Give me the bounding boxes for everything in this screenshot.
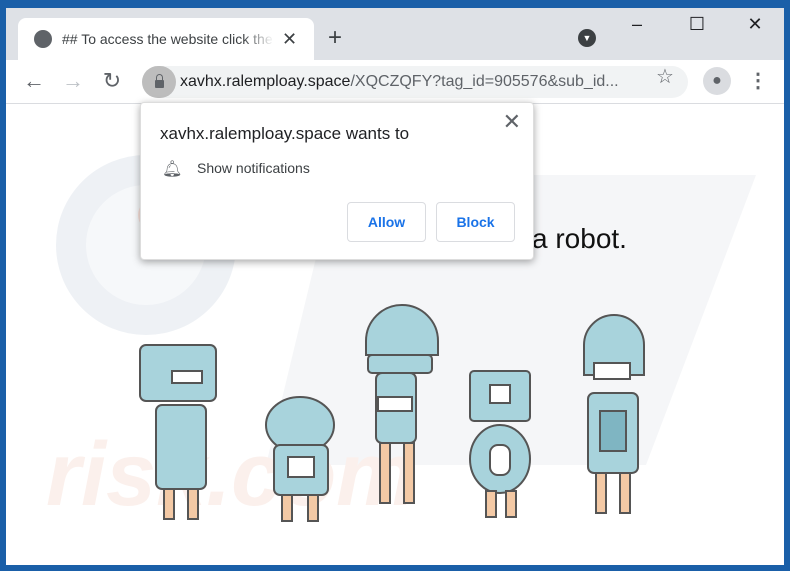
tab-search-icon[interactable]: ▼ <box>578 29 596 47</box>
browser-window: ## To access the website click the ✕ + ▼… <box>6 8 784 565</box>
notification-permission-popup: xavhx.ralemploay.space wants to ✕ 🔔︎ Sho… <box>140 102 534 260</box>
url-text[interactable]: xavhx.ralemploay.space/XQCZQFY?tag_id=90… <box>180 73 619 91</box>
new-tab-button[interactable]: + <box>328 24 342 52</box>
reload-icon[interactable]: ↻ <box>98 68 126 94</box>
maximize-button[interactable]: ☐ <box>682 14 712 35</box>
tab-close-icon[interactable]: ✕ <box>282 29 297 50</box>
toolbar: ← → ↻ xavhx.ralemploay.space/XQCZQFY?tag… <box>6 60 784 104</box>
permission-label: Show notifications <box>197 160 310 176</box>
block-button[interactable]: Block <box>436 202 515 242</box>
address-bar[interactable]: xavhx.ralemploay.space/XQCZQFY?tag_id=90… <box>142 66 688 98</box>
minimize-button[interactable]: – <box>622 14 652 35</box>
menu-kebab-icon[interactable]: ⋮ <box>748 68 768 93</box>
url-host: xavhx.ralemploay.space <box>180 73 351 90</box>
robot-3 <box>365 304 439 504</box>
popup-close-icon[interactable]: ✕ <box>503 109 521 135</box>
lock-icon[interactable] <box>142 66 176 98</box>
tab-bar: ## To access the website click the ✕ + ▼… <box>6 8 784 60</box>
robot-2 <box>265 396 335 522</box>
bell-icon: 🔔︎ <box>162 161 183 178</box>
allow-button[interactable]: Allow <box>347 202 426 242</box>
globe-icon <box>34 30 52 48</box>
profile-avatar-icon[interactable]: ● <box>703 67 731 95</box>
robot-1 <box>139 344 217 520</box>
back-icon[interactable]: ← <box>20 68 48 94</box>
forward-icon[interactable]: → <box>59 68 87 94</box>
close-window-button[interactable]: ✕ <box>740 14 770 35</box>
popup-title: xavhx.ralemploay.space wants to <box>160 124 410 143</box>
tab-active[interactable]: ## To access the website click the ✕ <box>18 18 314 60</box>
robot-4 <box>469 370 531 518</box>
tab-title: ## To access the website click the <box>62 31 273 47</box>
robot-5 <box>583 314 645 514</box>
url-path: /XQCZQFY?tag_id=905576&sub_id... <box>350 73 619 90</box>
bookmark-star-icon[interactable]: ☆ <box>656 64 674 89</box>
